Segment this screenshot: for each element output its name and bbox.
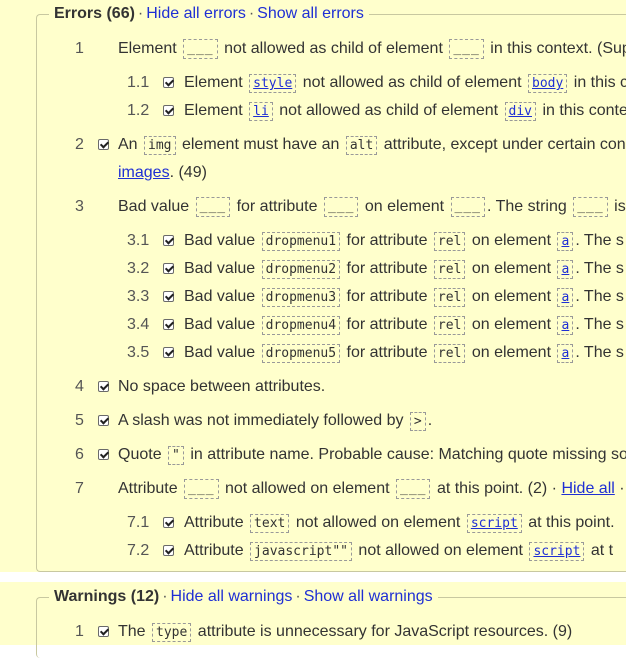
item-number: 7.1 — [127, 514, 150, 531]
item-number: 2 — [75, 136, 84, 153]
item-number: 3.3 — [127, 288, 150, 305]
checkbox[interactable] — [163, 291, 174, 302]
item-number: 1 — [75, 623, 84, 640]
inline-code: dropmenu4 — [261, 316, 341, 335]
errors-legend: Errors (66) · Hide all errors · Show all err… — [49, 4, 369, 24]
placeholder-code: ___ — [183, 38, 218, 59]
show-all-warnings-link[interactable]: Show all warnings — [304, 588, 433, 605]
checkbox[interactable] — [163, 517, 174, 528]
code-link[interactable]: a — [557, 288, 574, 307]
inline-code: rel — [433, 316, 466, 335]
checkbox[interactable] — [163, 235, 174, 246]
item-number: 1.1 — [127, 74, 150, 91]
message-text: images. (49) — [118, 164, 207, 181]
item-number: 3 — [75, 198, 84, 215]
hide-all-errors-link[interactable]: Hide all errors — [146, 5, 246, 22]
message-text: Bad value dropmenu2 for attribute rel on… — [184, 260, 624, 279]
item-number: 5 — [75, 412, 84, 429]
inline-code: type — [152, 623, 192, 642]
message-text: Attribute ___ not allowed on element ___… — [118, 478, 625, 499]
images-link[interactable]: images — [118, 164, 170, 181]
message-text: The type attribute is unnecessary for Ja… — [118, 623, 573, 642]
message-text: Bad value dropmenu5 for attribute rel on… — [184, 344, 624, 363]
placeholder-code: ___ — [449, 38, 484, 59]
inline-code: alt — [345, 136, 378, 155]
message-text: Quote " in attribute name. Probable caus… — [118, 446, 626, 465]
item-number: 3.2 — [127, 260, 150, 277]
code-link[interactable]: div — [504, 102, 536, 121]
code-link[interactable]: a — [557, 260, 574, 279]
inline-code: img — [144, 136, 176, 155]
inline-code: rel — [433, 232, 466, 251]
message-text: Bad value dropmenu4 for attribute rel on… — [184, 316, 624, 335]
inline-code: rel — [433, 344, 466, 363]
item-number: 4 — [75, 378, 84, 395]
checkbox[interactable] — [98, 381, 109, 392]
message-text: Bad value dropmenu1 for attribute rel on… — [184, 232, 624, 251]
message-text: Element li not allowed as child of eleme… — [184, 102, 626, 121]
item-number: 3.1 — [127, 232, 150, 249]
item-number: 7.2 — [127, 542, 150, 559]
inline-code: dropmenu3 — [261, 288, 341, 307]
item-number: 3.5 — [127, 344, 150, 361]
message-text: Bad value dropmenu3 for attribute rel on… — [184, 288, 624, 307]
inline-code: > — [409, 412, 426, 431]
warnings-panel: Warnings (12) · Hide all warnings · Show all… — [0, 582, 626, 658]
code-link[interactable]: script — [529, 542, 585, 561]
message-text: A slash was not immediately followed by … — [118, 412, 433, 431]
hide-all-warnings-link[interactable]: Hide all warnings — [171, 588, 293, 605]
code-link[interactable]: a — [557, 344, 574, 363]
inline-code: rel — [433, 260, 466, 279]
checkbox[interactable] — [98, 449, 109, 460]
code-link[interactable]: li — [249, 102, 273, 121]
checkbox[interactable] — [98, 415, 109, 426]
item-number: 1.2 — [127, 102, 150, 119]
checkbox[interactable] — [163, 347, 174, 358]
inline-code: dropmenu2 — [261, 260, 341, 279]
errors-panel: Errors (66) · Hide all errors · Show all err… — [0, 0, 626, 572]
item-number: 7 — [75, 480, 84, 497]
checkbox[interactable] — [163, 545, 174, 556]
show-all-errors-link[interactable]: Show all errors — [257, 5, 364, 22]
inline-code: ___ — [184, 478, 219, 499]
inline-code: " — [168, 446, 184, 465]
message-text: Attribute javascript"" not allowed on el… — [184, 542, 614, 561]
checkbox[interactable] — [163, 77, 174, 88]
checkbox[interactable] — [98, 626, 109, 637]
code-link[interactable]: script — [466, 514, 522, 533]
checkbox[interactable] — [163, 319, 174, 330]
inline-code: text — [250, 514, 290, 533]
inline-code: rel — [433, 288, 466, 307]
checkbox[interactable] — [98, 139, 109, 150]
inline-code: dropmenu1 — [261, 232, 341, 251]
message-text: No space between attributes. — [118, 378, 326, 395]
message-text: Bad value ___ for attribute ___ on eleme… — [118, 196, 626, 217]
item-number: 6 — [75, 446, 84, 463]
inline-code: dropmenu5 — [261, 344, 341, 363]
code-link[interactable]: body — [528, 74, 568, 93]
inline-code: ___ — [323, 196, 359, 217]
hide-all-link[interactable]: Hide all — [561, 480, 614, 497]
item-number: 1 — [75, 40, 84, 57]
code-link[interactable]: a — [557, 316, 574, 335]
checkbox[interactable] — [163, 105, 174, 116]
inline-code: ___ — [396, 478, 431, 499]
message-text: Attribute text not allowed on element sc… — [184, 514, 615, 533]
inline-code: ___ — [195, 196, 231, 217]
message-text: An img element must have an alt attribut… — [118, 136, 626, 155]
warnings-legend: Warnings (12) · Hide all warnings · Show all… — [49, 587, 438, 607]
errors-title: Errors (66) — [54, 5, 135, 22]
inline-code: javascript"" — [250, 542, 352, 561]
warnings-title: Warnings (12) — [54, 588, 160, 605]
code-link[interactable]: a — [557, 232, 574, 251]
message-text: Element style not allowed as child of el… — [184, 74, 626, 93]
checkbox[interactable] — [163, 263, 174, 274]
inline-code: ___ — [573, 196, 608, 217]
item-number: 3.4 — [127, 316, 150, 333]
message-text: Element ___ not allowed as child of elem… — [118, 38, 626, 59]
inline-code: ___ — [450, 196, 485, 217]
code-link[interactable]: style — [249, 74, 297, 93]
